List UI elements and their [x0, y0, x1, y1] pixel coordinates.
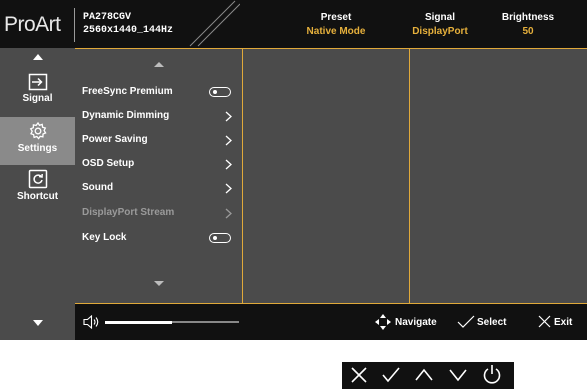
close-icon — [538, 315, 551, 328]
gear-icon — [29, 121, 47, 140]
chevron-right-icon — [225, 159, 232, 170]
speaker-icon — [83, 315, 99, 329]
sidebar-item-shortcut[interactable]: Shortcut — [0, 165, 75, 213]
osd-menu: ProArt PA278CGV 2560x1440_144Hz Preset N… — [0, 0, 587, 340]
brightness-status: Brightness 50 — [488, 11, 568, 39]
menu-item-label: OSD Setup — [82, 158, 135, 169]
sidebar-scroll-up-icon[interactable] — [33, 54, 43, 60]
sidebar-item-signal[interactable]: Signal — [0, 69, 75, 117]
submenu-column — [243, 48, 410, 304]
chevron-right-icon — [225, 183, 232, 194]
settings-menu-column: FreeSync Premium Dynamic Dimming Power S… — [75, 48, 243, 304]
model-name: PA278CGV — [83, 12, 132, 23]
signal-value: DisplayPort — [412, 26, 468, 37]
menu-item-label: Sound — [82, 182, 114, 193]
navigate-icon — [375, 314, 391, 330]
menu-item-dynamic-dimming[interactable]: Dynamic Dimming — [82, 107, 240, 125]
menu-item-label: FreeSync Premium — [82, 86, 173, 97]
menu-item-label: DisplayPort Stream — [82, 207, 175, 218]
preset-status: Preset Native Mode — [296, 11, 376, 39]
volume-slider-fill — [105, 320, 172, 324]
toggle-switch[interactable] — [209, 87, 231, 97]
menu-item-freesync-premium[interactable]: FreeSync Premium — [82, 83, 240, 101]
signal-status: Signal DisplayPort — [400, 11, 480, 39]
preset-label: Preset — [320, 12, 352, 23]
sidebar-bottom — [0, 304, 75, 340]
check-icon[interactable] — [381, 366, 401, 384]
shortcut-icon — [28, 169, 47, 189]
monitor-key-row — [342, 362, 514, 389]
sidebar-item-settings[interactable]: Settings — [0, 117, 75, 165]
menu-item-label: Power Saving — [82, 134, 148, 145]
menu-item-label: Dynamic Dimming — [82, 110, 170, 121]
footer-bar: Navigate Select Exit — [75, 304, 587, 340]
menu-scroll-up-icon[interactable] — [154, 62, 164, 67]
check-icon — [457, 315, 475, 328]
header-divider — [74, 8, 75, 42]
preset-value: Native Mode — [306, 26, 366, 37]
menu-item-osd-setup[interactable]: OSD Setup — [82, 155, 240, 173]
chevron-right-icon — [225, 111, 232, 122]
header-bar: ProArt PA278CGV 2560x1440_144Hz Preset N… — [0, 0, 587, 48]
menu-item-displayport-stream: DisplayPort Stream — [82, 204, 240, 222]
menu-item-key-lock[interactable]: Key Lock — [82, 229, 240, 247]
close-icon[interactable] — [350, 366, 368, 384]
menu-item-label: Key Lock — [82, 232, 127, 243]
input-icon — [28, 73, 47, 91]
navigate-label: Navigate — [395, 317, 437, 328]
power-icon[interactable] — [482, 364, 502, 386]
sidebar-scroll-down-icon[interactable] — [33, 320, 43, 326]
options-column — [410, 48, 587, 304]
chevron-right-icon — [225, 208, 232, 219]
brightness-value: 50 — [522, 26, 534, 37]
up-icon[interactable] — [414, 366, 434, 384]
menu-scroll-down-icon[interactable] — [154, 281, 164, 286]
menu-item-power-saving[interactable]: Power Saving — [82, 131, 240, 149]
exit-label: Exit — [554, 317, 573, 328]
sidebar-item-label: Shortcut — [16, 191, 59, 202]
sidebar-item-label: Signal — [22, 93, 53, 104]
signal-label: Signal — [424, 12, 455, 23]
sidebar-item-label: Settings — [17, 143, 58, 154]
brightness-label: Brightness — [501, 12, 555, 23]
resolution-text: 2560x1440_144Hz — [83, 25, 174, 36]
down-icon[interactable] — [448, 366, 468, 384]
brand-logo: ProArt — [4, 13, 61, 36]
volume-slider[interactable] — [105, 320, 239, 324]
model-info: PA278CGV 2560x1440_144Hz — [83, 11, 173, 37]
select-label: Select — [477, 317, 507, 328]
header-slash-decoration — [189, 0, 240, 47]
chevron-right-icon — [225, 135, 232, 146]
toggle-switch[interactable] — [209, 233, 231, 243]
menu-item-sound[interactable]: Sound — [82, 179, 240, 197]
sidebar: Signal Settings Shortcut — [0, 48, 75, 340]
